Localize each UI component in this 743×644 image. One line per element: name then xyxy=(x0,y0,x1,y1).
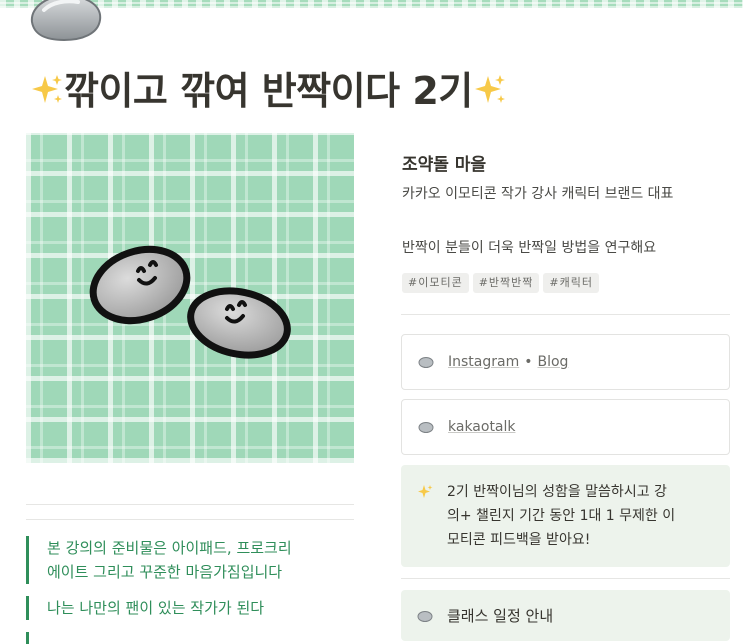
profile-subtitle: 반짝이 분들이 더욱 반짝일 방법을 연구해요 xyxy=(402,240,657,256)
callout-line: 모티콘 피드백을 받아요! xyxy=(447,532,591,548)
page-cover-banner xyxy=(0,0,743,8)
tag[interactable]: #이모티콘 xyxy=(402,273,469,293)
link-separator: • xyxy=(524,354,533,370)
benefit-callout: 2기 반짝이님의 성함을 말씀하시고 강 의+ 챌린지 기간 동안 1대 1 무… xyxy=(401,465,730,567)
stone-character-left xyxy=(89,245,191,325)
stone-icon xyxy=(418,422,434,433)
page-title: 깎이고 깎여 반짝이다 2기 xyxy=(30,60,507,115)
divider xyxy=(401,314,730,315)
instagram-link[interactable]: Instagram xyxy=(448,354,519,370)
tag-list: #이모티콘 #반짝반짝 #캐릭터 xyxy=(402,273,599,293)
divider xyxy=(401,578,730,579)
blog-link[interactable]: Blog xyxy=(538,354,569,370)
tag[interactable]: #캐릭터 xyxy=(543,273,599,293)
kakaotalk-link[interactable]: kakaotalk xyxy=(448,419,516,435)
quote-block-partial xyxy=(26,632,47,644)
profile-name: 조약돌 마을 xyxy=(402,155,487,175)
callout-line: 2기 반짝이님의 성함을 말씀하시고 강 xyxy=(447,484,667,500)
callout-line: 의+ 챌린지 기간 동안 1대 1 무제한 이 xyxy=(447,508,676,524)
stone-icon xyxy=(418,357,434,368)
divider xyxy=(26,504,354,505)
page-title-text: 깎이고 깎여 반짝이다 2기 xyxy=(64,69,473,113)
schedule-callout[interactable]: 클래스 일정 안내 xyxy=(401,590,730,641)
stone-characters-illustration xyxy=(89,245,291,359)
quote-line: 에이트 그리고 꾸준한 마음가짐입니다 xyxy=(47,563,283,581)
tag[interactable]: #반짝반짝 xyxy=(472,273,540,293)
sparkles-icon xyxy=(32,75,62,103)
quote-block: 본 강의의 준비물은 아이패드, 프로크리 에이트 그리고 꾸준한 마음가짐입니… xyxy=(26,536,292,584)
stone-icon xyxy=(417,610,433,622)
quote-block: 나는 나만의 팬이 있는 작가가 된다 xyxy=(26,596,264,620)
cover-image xyxy=(26,133,354,463)
quote-line: 나는 나만의 팬이 있는 작가가 된다 xyxy=(47,599,265,617)
profile-description: 카카오 이모티콘 작가 강사 캐릭터 브랜드 대표 xyxy=(402,186,674,202)
social-links-card: Instagram • Blog xyxy=(401,334,730,390)
quote-line: 본 강의의 준비물은 아이패드, 프로크리 xyxy=(47,539,292,557)
stone-icon xyxy=(30,0,102,42)
sparkles-icon xyxy=(418,485,433,498)
schedule-title: 클래스 일정 안내 xyxy=(447,607,554,625)
kakaotalk-card: kakaotalk xyxy=(401,399,730,455)
divider xyxy=(26,519,354,520)
sparkles-icon xyxy=(474,75,505,103)
stone-character-right xyxy=(187,287,291,359)
